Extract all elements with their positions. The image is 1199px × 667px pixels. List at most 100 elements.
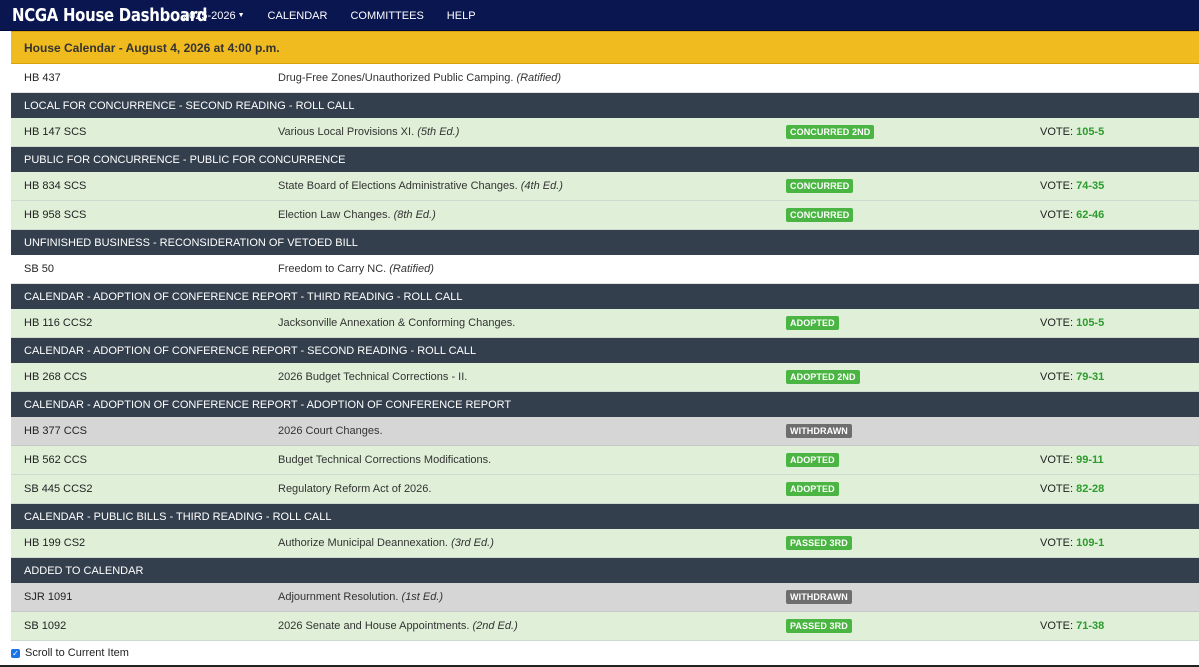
- vote-label: VOTE:: [1040, 371, 1074, 383]
- bill-number[interactable]: SB 445 CCS2: [24, 483, 92, 495]
- section-header: CALENDAR - ADOPTION OF CONFERENCE REPORT…: [11, 284, 1199, 309]
- bill-number[interactable]: SB 1092: [24, 620, 66, 632]
- vote-count: 105-5: [1076, 317, 1105, 329]
- vote-result: VOTE: 82-28: [1040, 483, 1104, 495]
- status-badge: ADOPTED: [786, 316, 839, 330]
- bill-title-text: Jacksonville Annexation & Conforming Cha…: [278, 317, 516, 329]
- bill-number[interactable]: HB 437: [24, 72, 61, 84]
- status-badge: ADOPTED 2ND: [786, 370, 860, 384]
- status-badge: CONCURRED: [786, 179, 854, 193]
- vote-result: VOTE: 109-1: [1040, 537, 1104, 549]
- bill-number[interactable]: HB 377 CCS: [24, 425, 87, 437]
- bill-title-text: Adjournment Resolution.: [278, 591, 399, 603]
- vote-count: 71-38: [1076, 620, 1105, 632]
- bill-row[interactable]: HB 437 Drug-Free Zones/Unauthorized Publi…: [11, 64, 1199, 93]
- scroll-to-current-control[interactable]: ✓ Scroll to Current Item: [11, 647, 129, 659]
- vote-result: VOTE: 62-46: [1040, 209, 1104, 221]
- bill-row[interactable]: SB 445 CCS2 Regulatory Reform Act of 2026…: [11, 475, 1199, 504]
- status-badge: ADOPTED: [786, 482, 839, 496]
- bill-title: Authorize Municipal Deannexation. (3rd E…: [278, 537, 494, 549]
- bill-title: 2026 Senate and House Appointments. (2nd…: [278, 620, 518, 632]
- vote-label: VOTE:: [1040, 126, 1074, 138]
- status-badge: WITHDRAWN: [786, 424, 852, 438]
- bill-number[interactable]: SB 50: [24, 263, 54, 275]
- bill-title-text: Drug-Free Zones/Unauthorized Public Camp…: [278, 72, 514, 84]
- vote-count: 105-5: [1076, 126, 1105, 138]
- vote-label: VOTE:: [1040, 620, 1074, 632]
- bill-edition: (2nd Ed.): [472, 620, 518, 632]
- nav-calendar[interactable]: CALENDAR: [268, 10, 328, 22]
- scroll-checkbox[interactable]: ✓: [11, 648, 20, 658]
- bill-title-text: Regulatory Reform Act of 2026.: [278, 483, 432, 495]
- bill-title-text: 2026 Court Changes.: [278, 425, 383, 437]
- status-badge: CONCURRED: [786, 208, 854, 222]
- bill-title-text: Freedom to Carry NC.: [278, 263, 387, 275]
- nav-help[interactable]: HELP: [447, 10, 476, 22]
- bill-title: Various Local Provisions XI. (5th Ed.): [278, 126, 459, 138]
- section-header: LOCAL FOR CONCURRENCE - SECOND READING -…: [11, 93, 1199, 118]
- vote-count: 82-28: [1076, 483, 1105, 495]
- bill-row[interactable]: HB 834 SCS State Board of Elections Admin…: [11, 172, 1199, 201]
- vote-count: 62-46: [1076, 209, 1105, 221]
- bill-title: State Board of Elections Administrative …: [278, 180, 563, 192]
- vote-result: VOTE: 99-11: [1040, 454, 1104, 466]
- section-header: CALENDAR - ADOPTION OF CONFERENCE REPORT…: [11, 392, 1199, 417]
- bill-number[interactable]: HB 199 CS2: [24, 537, 85, 549]
- bill-title: Jacksonville Annexation & Conforming Cha…: [278, 317, 515, 329]
- vote-count: 79-31: [1076, 371, 1105, 383]
- bill-number[interactable]: HB 116 CCS2: [24, 317, 92, 329]
- vote-label: VOTE:: [1040, 317, 1074, 329]
- nav-committees[interactable]: COMMITTEES: [350, 10, 423, 22]
- bill-title: Drug-Free Zones/Unauthorized Public Camp…: [278, 72, 561, 84]
- bill-row[interactable]: HB 116 CCS2 Jacksonville Annexation & Con…: [11, 309, 1199, 338]
- bill-row[interactable]: HB 199 CS2 Authorize Municipal Deannexati…: [11, 529, 1199, 558]
- bill-title-text: Authorize Municipal Deannexation.: [278, 537, 448, 549]
- bill-edition: (1st Ed.): [401, 591, 444, 603]
- caret-down-icon: ▼: [237, 12, 245, 19]
- bill-title-text: State Board of Elections Administrative …: [278, 180, 518, 192]
- vote-result: VOTE: 74-35: [1040, 180, 1104, 192]
- status-badge: PASSED 3RD: [786, 536, 852, 550]
- bill-edition: (4th Ed.): [520, 180, 563, 192]
- bill-number[interactable]: SJR 1091: [24, 591, 72, 603]
- brand-title[interactable]: NCGA House Dashboard: [12, 5, 207, 26]
- vote-label: VOTE:: [1040, 483, 1074, 495]
- bill-edition: (Ratified): [516, 72, 562, 84]
- vote-result: VOTE: 105-5: [1040, 317, 1104, 329]
- top-navbar: NCGA House Dashboard 2025-2026 ▼ CALENDAR…: [0, 0, 1199, 31]
- section-header: PUBLIC FOR CONCURRENCE - PUBLIC FOR CONC…: [11, 147, 1199, 172]
- bill-title: Freedom to Carry NC. (Ratified): [278, 263, 434, 275]
- bill-row[interactable]: SJR 1091 Adjournment Resolution. (1st Ed.…: [11, 583, 1199, 612]
- bill-title-text: Election Law Changes.: [278, 209, 391, 221]
- bill-edition: (Ratified): [389, 263, 434, 275]
- vote-count: 99-11: [1076, 454, 1104, 466]
- bill-title: Budget Technical Corrections Modificatio…: [278, 454, 491, 466]
- bill-number[interactable]: HB 562 CCS: [24, 454, 87, 466]
- vote-label: VOTE:: [1040, 180, 1074, 192]
- bill-row[interactable]: HB 147 SCS Various Local Provisions XI. (…: [11, 118, 1199, 147]
- bill-row[interactable]: HB 562 CCS Budget Technical Corrections M…: [11, 446, 1199, 475]
- vote-result: VOTE: 79-31: [1040, 371, 1104, 383]
- section-header: UNFINISHED BUSINESS - RECONSIDERATION OF…: [11, 230, 1199, 255]
- bill-row[interactable]: SB 1092 2026 Senate and House Appointment…: [11, 612, 1199, 641]
- bill-row[interactable]: HB 268 CCS 2026 Budget Technical Correcti…: [11, 363, 1199, 392]
- status-badge: ADOPTED: [786, 453, 839, 467]
- bill-number[interactable]: HB 147 SCS: [24, 126, 86, 138]
- bill-title: Adjournment Resolution. (1st Ed.): [278, 591, 443, 603]
- bill-row[interactable]: SB 50 Freedom to Carry NC. (Ratified): [11, 255, 1199, 284]
- bill-title: Election Law Changes. (8th Ed.): [278, 209, 436, 221]
- bill-edition: (5th Ed.): [417, 126, 460, 138]
- status-badge: CONCURRED 2ND: [786, 125, 875, 139]
- section-header: CALENDAR - PUBLIC BILLS - THIRD READING …: [11, 504, 1199, 529]
- bill-title: Regulatory Reform Act of 2026.: [278, 483, 431, 495]
- scroll-checkbox-label: Scroll to Current Item: [25, 647, 129, 659]
- bill-number[interactable]: HB 268 CCS: [24, 371, 87, 383]
- bill-number[interactable]: HB 958 SCS: [24, 209, 86, 221]
- bill-row[interactable]: HB 377 CCS 2026 Court Changes. WITHDRAWN: [11, 417, 1199, 446]
- bill-number[interactable]: HB 834 SCS: [24, 180, 86, 192]
- bill-row[interactable]: HB 958 SCS Election Law Changes. (8th Ed.…: [11, 201, 1199, 230]
- vote-label: VOTE:: [1040, 209, 1074, 221]
- bill-title: 2026 Court Changes.: [278, 425, 383, 437]
- section-header: ADDED TO CALENDAR: [11, 558, 1199, 583]
- bill-title-text: Budget Technical Corrections Modificatio…: [278, 454, 492, 466]
